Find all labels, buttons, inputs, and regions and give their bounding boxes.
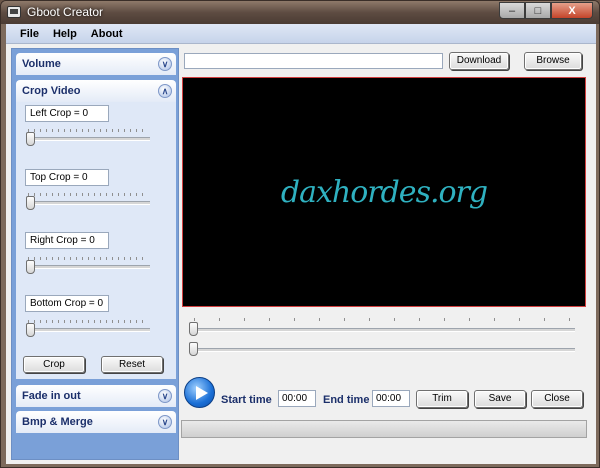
url-input[interactable] [184,53,443,69]
top-crop-field: Top Crop = 0 [25,169,109,186]
close-button[interactable]: Close [531,390,583,408]
chevron-up-icon[interactable]: ∧ [158,84,172,98]
bottom-crop-slider-thumb[interactable] [26,323,35,337]
maximize-button[interactable]: □ [525,2,551,19]
left-crop-track [26,137,150,141]
video-watermark: daxhordes.org [280,174,488,210]
reset-button[interactable]: Reset [101,356,163,373]
bottom-crop-field: Bottom Crop = 0 [25,295,109,312]
close-window-button[interactable]: X [551,2,593,19]
top-crop-slider-thumb[interactable] [26,196,35,210]
top-crop-track [26,201,150,205]
right-crop-ticks [28,257,148,260]
left-crop-field: Left Crop = 0 [25,105,109,122]
video-preview[interactable]: daxhordes.org [182,77,586,307]
title-bar[interactable]: Gboot Creator – □ X [1,1,599,24]
app-window: Gboot Creator – □ X File Help About Volu… [0,0,600,468]
bottom-crop-ticks [28,320,148,323]
left-crop-slider-thumb[interactable] [26,132,35,146]
menu-bar: File Help About [6,24,596,44]
start-seek-track [190,328,575,332]
save-button[interactable]: Save [474,390,526,408]
right-crop-slider-thumb[interactable] [26,260,35,274]
menu-help[interactable]: Help [53,28,77,40]
chevron-down-icon[interactable]: ∨ [158,389,172,403]
menu-about[interactable]: About [91,28,123,40]
right-crop-track [26,265,150,269]
app-icon [7,6,21,18]
browse-button[interactable]: Browse [524,52,582,70]
crop-button[interactable]: Crop [23,356,85,373]
left-crop-ticks [28,129,148,132]
group-crop-label: Crop Video [22,85,81,97]
group-bmp-label: Bmp & Merge [22,416,93,428]
play-button[interactable] [184,377,215,408]
end-time-label: End time [323,394,370,406]
group-fade-label: Fade in out [22,390,81,402]
group-volume[interactable]: Volume ∨ [16,53,176,75]
top-crop-ticks [28,193,148,196]
group-bmp-merge[interactable]: Bmp & Merge ∨ [16,411,176,433]
group-volume-label: Volume [22,58,61,70]
end-seek-track [190,348,575,352]
end-seek-thumb[interactable] [189,342,198,356]
crop-video-body: Left Crop = 0 Top Crop = 0 Right Crop = … [16,102,176,379]
progress-bar [181,420,587,438]
download-button[interactable]: Download [449,52,509,70]
menu-file[interactable]: File [20,28,39,40]
chevron-down-icon[interactable]: ∨ [158,57,172,71]
bottom-crop-track [26,328,150,332]
end-time-field[interactable]: 00:00 [372,390,410,407]
minimize-button[interactable]: – [499,2,525,19]
start-time-label: Start time [221,394,272,406]
chevron-down-icon[interactable]: ∨ [158,415,172,429]
start-time-field[interactable]: 00:00 [278,390,316,407]
window-title: Gboot Creator [27,5,104,19]
window-controls: – □ X [499,2,593,19]
group-crop-video[interactable]: Crop Video ∧ [16,80,176,102]
group-fade-in-out[interactable]: Fade in out ∨ [16,385,176,407]
client-area: File Help About Volume ∨ Crop Video ∧ Le… [6,24,596,464]
seek-ticks [194,318,574,321]
right-crop-field: Right Crop = 0 [25,232,109,249]
trim-button[interactable]: Trim [416,390,468,408]
start-seek-thumb[interactable] [189,322,198,336]
task-panel: Volume ∨ Crop Video ∧ Left Crop = 0 Top … [11,48,179,460]
